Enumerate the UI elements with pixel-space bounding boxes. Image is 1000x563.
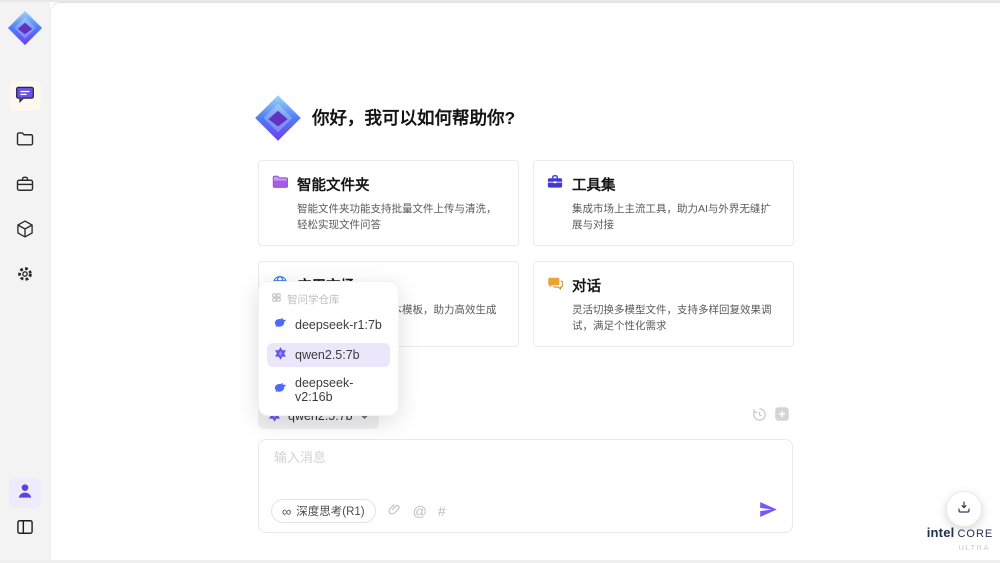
feature-card-toolset[interactable]: 工具集 集成市场上主流工具，助力AI与外界无缝扩展与对接 — [533, 160, 794, 246]
model-option-deepseek-v2-16b[interactable]: deepseek-v2:16b — [267, 373, 390, 407]
assistant-logo gem-logo-icon — [254, 94, 302, 142]
model-option-deepseek-r1-7b[interactable]: deepseek-r1:7b — [267, 313, 390, 337]
send-button[interactable] — [758, 499, 779, 523]
model-option-label: qwen2.5:7b — [295, 348, 360, 362]
layout-panel-icon — [15, 517, 35, 542]
model-dropdown-header: 智问学仓库 — [259, 290, 398, 306]
model-option-list: deepseek-r1:7b qwen2.5:7b deepseek-v2:16… — [259, 313, 398, 407]
sidebar-item-folders[interactable] — [9, 126, 41, 156]
briefcase-icon — [15, 174, 35, 199]
intel-core-logo: intel core ULTRA — [922, 524, 998, 552]
gear-icon — [15, 264, 35, 289]
feature-card-dialog[interactable]: 对话 灵活切换多模型文件，支持多样回复效果调试，满足个性化需求 — [533, 261, 794, 347]
card-description: 灵活切换多模型文件，支持多样回复效果调试，满足个性化需求 — [572, 304, 772, 332]
card-title: 工具集 — [572, 178, 616, 194]
new-chat-plus-icon — [773, 405, 791, 426]
core-wordmark: core — [957, 528, 994, 540]
sidebar-item-models[interactable] — [9, 216, 41, 246]
sidebar-item-profile[interactable] — [9, 478, 41, 508]
composer-tools: ∞ 深度思考(R1) @ # — [271, 499, 446, 523]
sidebar-nav — [9, 81, 41, 291]
model-option-label: deepseek-r1:7b — [295, 318, 382, 332]
message-composer: ∞ 深度思考(R1) @ # — [258, 439, 793, 533]
dialog-icon — [546, 274, 564, 297]
greeting-title: 你好，我可以如何帮助你? — [312, 108, 516, 128]
sidebar-bottom — [9, 478, 41, 544]
model-dropdown: 智问学仓库 deepseek-r1:7b qwen2.5:7b deepseek… — [258, 281, 399, 416]
infinity-icon: ∞ — [282, 503, 292, 519]
card-description: 智能文件夹功能支持批量文件上传与清洗，轻松实现文件问答 — [297, 203, 497, 231]
mention-button mention-icon[interactable]: @ — [413, 503, 427, 519]
ultra-badge: ULTRA — [958, 543, 990, 552]
deepseek-whale-icon — [273, 316, 288, 334]
sidebar-item-chat[interactable] — [9, 81, 41, 111]
sidebar-item-panel[interactable] — [9, 514, 41, 544]
model-option-label: deepseek-v2:16b — [295, 376, 354, 404]
paperclip-icon — [387, 502, 402, 520]
new-chat-button[interactable] — [773, 405, 791, 426]
folder-icon — [15, 129, 35, 154]
sidebar-item-settings[interactable] — [9, 261, 41, 291]
download-button[interactable] — [946, 491, 982, 527]
smart-folder-icon — [271, 173, 289, 196]
attachment-button[interactable] — [387, 502, 402, 520]
toolset-icon — [546, 173, 564, 196]
card-title: 智能文件夹 — [297, 178, 370, 194]
model-option-qwen2-5-7b[interactable]: qwen2.5:7b — [267, 343, 390, 367]
message-input[interactable] — [272, 449, 756, 466]
feature-card-smart-folder[interactable]: 智能文件夹 智能文件夹功能支持批量文件上传与清洗，轻松实现文件问答 — [258, 160, 519, 246]
app-window: 你好，我可以如何帮助你? 智能文件夹 智能文件夹功能支持批量文件上传与清洗，轻松… — [0, 0, 1000, 563]
send-plane-icon — [758, 502, 779, 523]
card-description: 集成市场上主流工具，助力AI与外界无缝扩展与对接 — [572, 203, 771, 231]
sidebar-item-toolbox[interactable] — [9, 171, 41, 201]
repo-grid-icon — [271, 292, 282, 306]
download-tray-icon — [956, 499, 972, 520]
user-icon — [15, 481, 35, 506]
app-logo gem-logo-icon — [7, 10, 43, 46]
deep-think-label: 深度思考(R1) — [296, 506, 365, 518]
deep-think-toggle[interactable]: ∞ 深度思考(R1) — [271, 499, 376, 523]
chat-bubble-icon — [15, 84, 35, 109]
history-icon — [751, 406, 768, 426]
deepseek-whale-icon — [273, 381, 288, 399]
sidebar — [0, 2, 50, 560]
cube-icon — [15, 219, 35, 244]
qwen-star-icon — [273, 346, 288, 364]
model-dropdown-header-label: 智问学仓库 — [287, 293, 340, 306]
hash-button hash-icon[interactable]: # — [438, 503, 446, 519]
history-button[interactable] — [751, 406, 768, 426]
card-title: 对话 — [572, 279, 601, 295]
intel-wordmark: intel — [926, 525, 955, 540]
